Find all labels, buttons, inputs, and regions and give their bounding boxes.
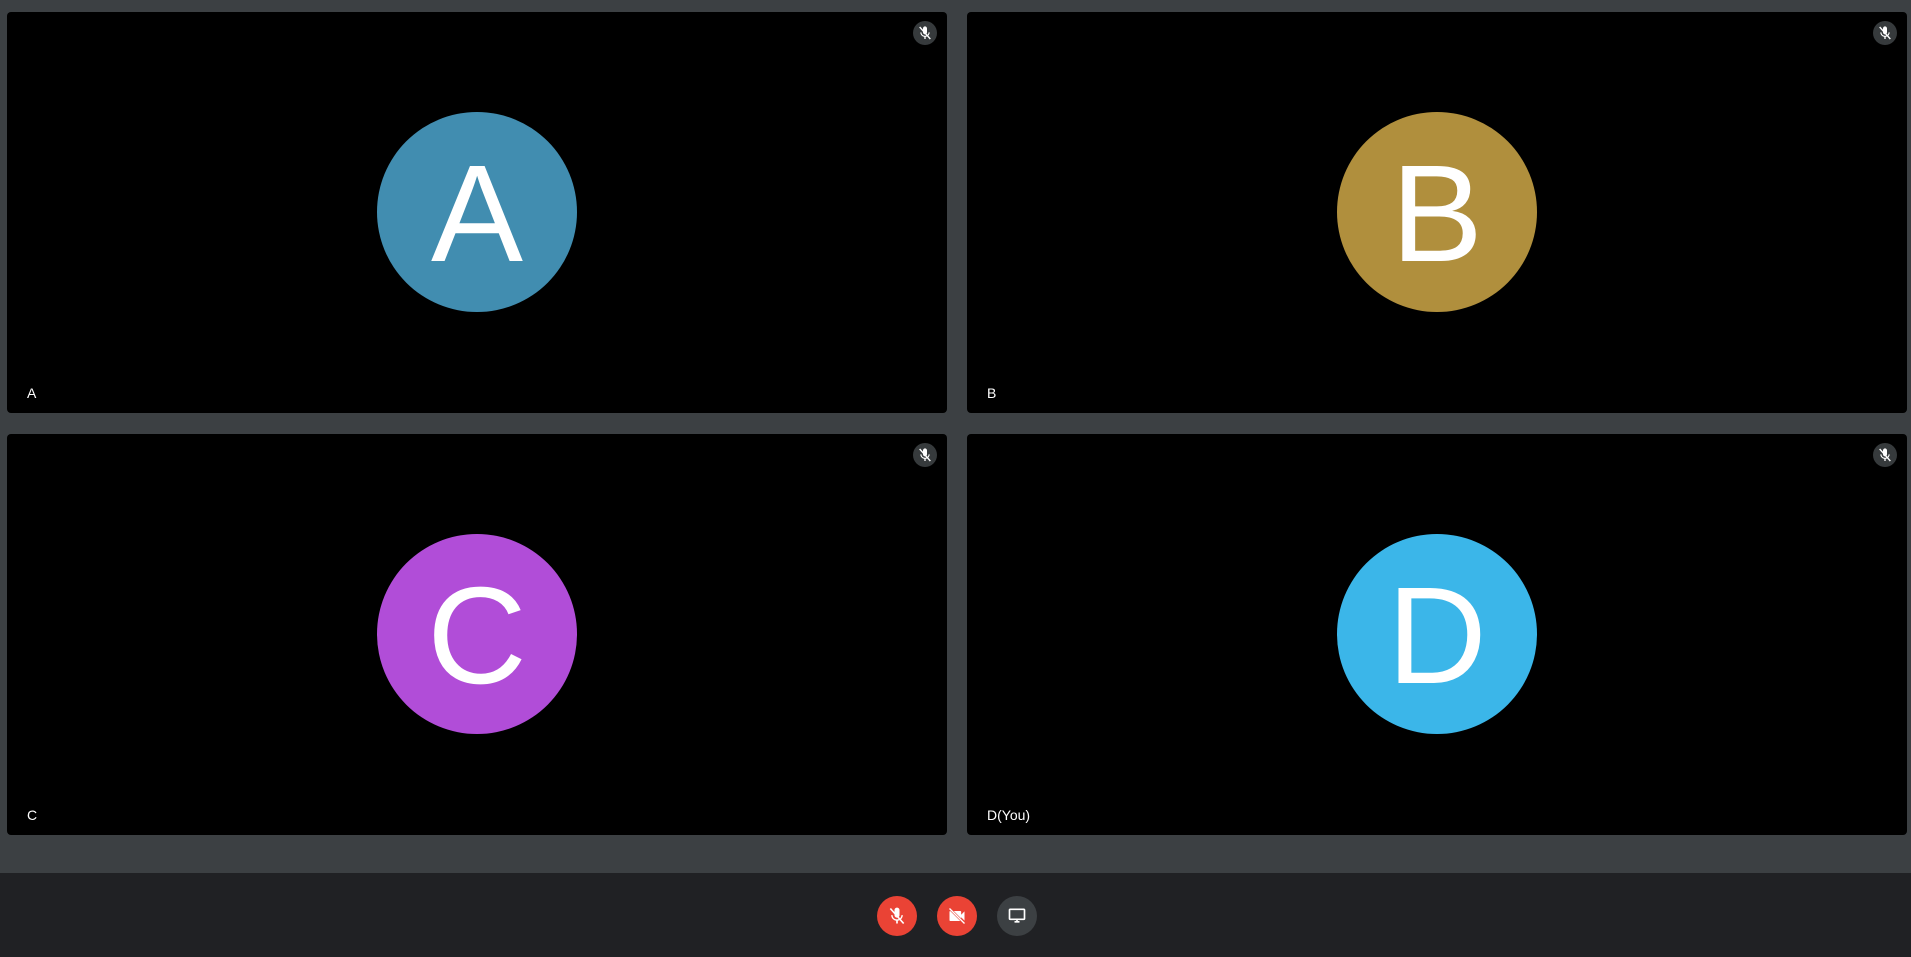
participant-name: C: [27, 807, 38, 823]
meeting-app: A A B B C C D D(You): [0, 0, 1911, 957]
participant-name: B: [987, 385, 997, 401]
participant-tile-a[interactable]: A A: [7, 12, 947, 413]
mic-muted-icon: [913, 21, 937, 45]
mic-toggle-button[interactable]: [877, 896, 917, 936]
participant-avatar: B: [1337, 112, 1537, 312]
camera-off-icon: [948, 907, 966, 925]
mic-muted-icon: [913, 443, 937, 467]
participant-tile-c[interactable]: C C: [7, 434, 947, 835]
participant-avatar: A: [377, 112, 577, 312]
mic-muted-icon: [1873, 21, 1897, 45]
mic-muted-icon: [1873, 443, 1897, 467]
participant-avatar: D: [1337, 534, 1537, 734]
mic-off-icon: [889, 907, 905, 925]
participant-avatar: C: [377, 534, 577, 734]
participant-name: D(You): [987, 807, 1031, 823]
call-controls-bar: [0, 873, 1911, 957]
participant-tile-b[interactable]: B B: [967, 12, 1907, 413]
screen-share-icon: [1008, 908, 1026, 923]
camera-toggle-button[interactable]: [937, 896, 977, 936]
participant-grid: A A B B C C D D(You): [0, 0, 1911, 873]
participant-tile-d-self[interactable]: D D(You): [967, 434, 1907, 835]
participant-name: A: [27, 385, 37, 401]
screen-share-button[interactable]: [997, 896, 1037, 936]
